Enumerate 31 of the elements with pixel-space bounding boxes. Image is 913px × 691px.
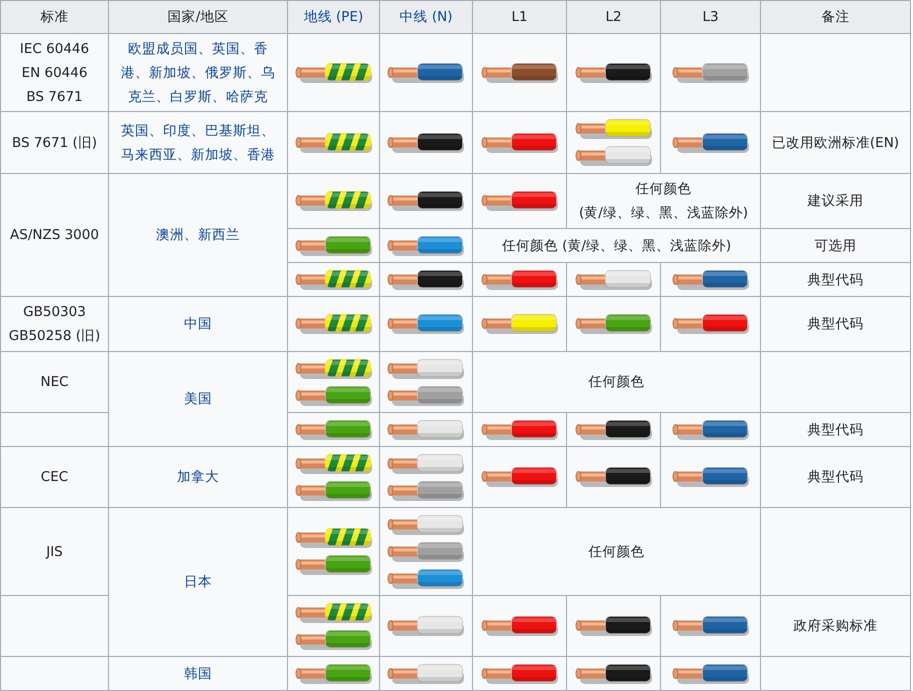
country-link[interactable]: 加拿大 [173, 465, 223, 489]
column-header: 标准 [40, 8, 68, 27]
standard-name: AS/NZS 3000 [10, 226, 99, 245]
note-text: 可选用 [814, 236, 856, 256]
note-text: 典型代码 [808, 420, 864, 440]
country-link[interactable]: 韩国 [180, 662, 216, 686]
note-text: 已改用欧洲标准(EN) [772, 134, 900, 152]
standard-name: JIS [46, 542, 63, 562]
color-note: 任何颜色 (黄/绿、绿、黑、浅蓝除外) [578, 180, 748, 223]
note-text: 典型代码 [808, 468, 864, 487]
color-note: 任何颜色 (黄/绿、绿、黑、浅蓝除外) [502, 236, 732, 256]
standard-name: CEC [40, 468, 68, 487]
column-header: L3 [702, 8, 719, 27]
country-link[interactable]: 澳洲、新西兰 [152, 223, 244, 247]
country-link[interactable]: 中国 [180, 312, 216, 336]
column-header: L1 [511, 8, 528, 27]
column-header: 国家/地区 [168, 8, 228, 27]
column-header: 备注 [822, 8, 850, 27]
standard-name: IEC 60446 EN 60446 BS 7671 [20, 40, 90, 106]
note-text: 建议采用 [808, 192, 864, 211]
note-text: 典型代码 [808, 270, 864, 290]
country-link[interactable]: 美国 [180, 387, 216, 411]
note-text: 典型代码 [808, 315, 864, 334]
standard-name: GB50303 GB50258 (旧) [8, 303, 100, 346]
standard-name: NEC [40, 373, 69, 392]
color-note: 任何颜色 [588, 373, 644, 392]
color-note: 任何颜色 [588, 542, 644, 562]
column-header: L2 [605, 8, 622, 27]
standard-name: BS 7671 (旧) [12, 134, 98, 152]
note-text: 政府采购标准 [794, 617, 878, 636]
country-link[interactable]: 日本 [180, 570, 216, 594]
